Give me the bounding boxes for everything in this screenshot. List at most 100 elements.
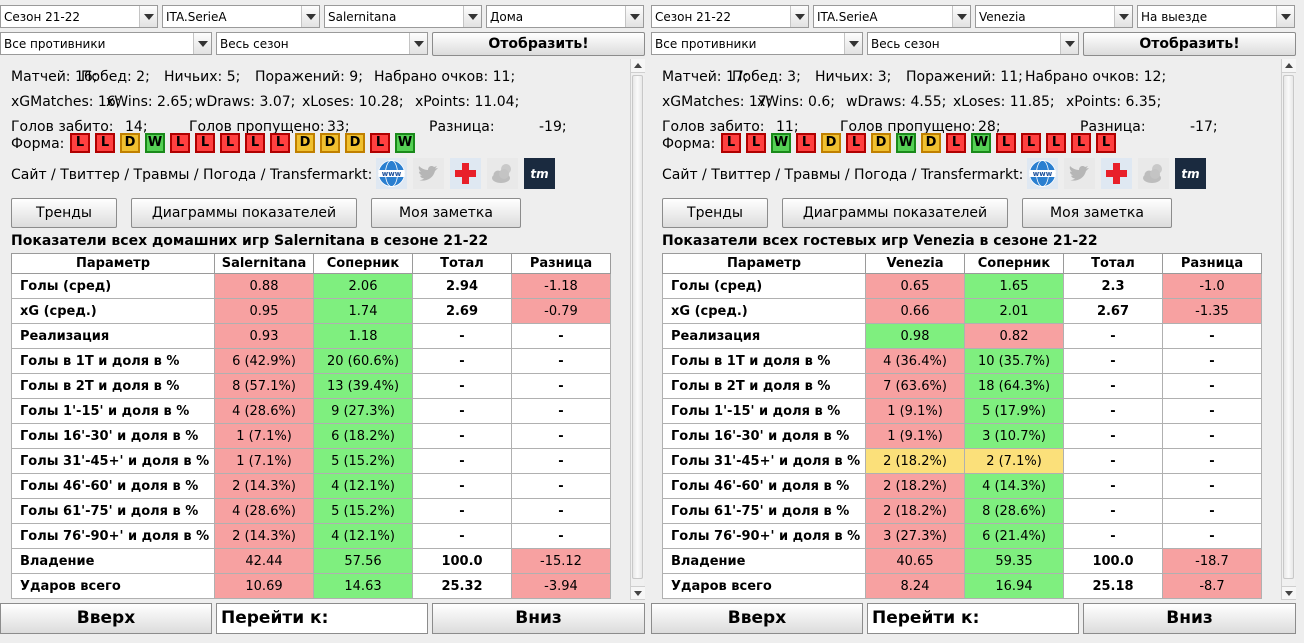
scroll-down-arrow-icon[interactable] — [631, 586, 645, 600]
injuries-icon[interactable] — [450, 158, 481, 189]
table-row[interactable]: Голы 16'-30' и доля в % 1 (7.1%) 6 (18.2%)… — [11, 423, 611, 449]
chevron-down-icon[interactable] — [625, 6, 643, 27]
table-cell: 100.0 — [412, 548, 512, 574]
table-cell: 20 (60.6%) — [313, 348, 413, 374]
down-button[interactable]: Вниз — [1083, 603, 1296, 634]
team-select[interactable]: Venezia — [975, 5, 1133, 28]
chevron-down-icon[interactable] — [301, 6, 319, 27]
table-row[interactable]: Голы (сред) 0.65 1.65 2.3 -1.0 — [662, 273, 1262, 299]
chevron-down-icon[interactable] — [952, 6, 970, 27]
table-row[interactable]: Голы в 2Т и доля в % 8 (57.1%) 13 (39.4%) -… — [11, 373, 611, 399]
scroll-thumb[interactable] — [632, 75, 643, 579]
website-icon[interactable]: www — [1027, 158, 1058, 189]
twitter-icon[interactable] — [1064, 158, 1095, 189]
stat-line1-3: Поражений: 11; — [906, 69, 1023, 85]
chevron-down-icon[interactable] — [409, 33, 427, 54]
table-cell: 4 (28.6%) — [214, 398, 314, 424]
venue-select[interactable]: На выезде — [1137, 5, 1295, 28]
team-select[interactable]: Salernitana — [324, 5, 482, 28]
table-row[interactable]: Ударов всего 8.24 16.94 25.18 -8.7 — [662, 573, 1262, 599]
opponents-select[interactable]: Все противники — [651, 32, 863, 55]
table-row[interactable]: Голы 46'-60' и доля в % 2 (14.3%) 4 (12.1%… — [11, 473, 611, 499]
league-select[interactable]: ITA.SerieA — [813, 5, 971, 28]
season-select[interactable]: Сезон 21-22 — [651, 5, 809, 28]
season-select[interactable]: Сезон 21-22 — [0, 5, 158, 28]
injuries-icon[interactable] — [1101, 158, 1132, 189]
table-row[interactable]: Реализация 0.98 0.82- - — [662, 323, 1262, 349]
table-row[interactable]: Голы 31'-45+' и доля в % 1 (7.1%) 5 (15.2%… — [11, 448, 611, 474]
note-button[interactable]: Моя заметка — [371, 198, 521, 228]
table-cell: 2 (18.2%) — [865, 498, 965, 524]
table-cell: - — [511, 498, 611, 524]
vertical-scrollbar[interactable] — [630, 59, 645, 600]
note-button[interactable]: Моя заметка — [1022, 198, 1172, 228]
table-cell: - — [1063, 348, 1163, 374]
scroll-down-arrow-icon[interactable] — [1282, 586, 1296, 600]
table-cell: 2.69 — [412, 298, 512, 324]
opponents-select[interactable]: Все противники — [0, 32, 212, 55]
goto-field[interactable]: Перейти к: — [867, 603, 1079, 634]
website-icon[interactable]: www — [376, 158, 407, 189]
league-select[interactable]: ITA.SerieA — [162, 5, 320, 28]
table-row[interactable]: Голы 61'-75' и доля в % 4 (28.6%) 5 (15.2%… — [11, 498, 611, 524]
table-row[interactable]: Голы 46'-60' и доля в % 2 (18.2%) 4 (14.3%… — [662, 473, 1262, 499]
table-row[interactable]: Голы 16'-30' и доля в % 1 (9.1%) 3 (10.7%)… — [662, 423, 1262, 449]
scroll-up-arrow-icon[interactable] — [1282, 59, 1296, 73]
league-select-value: ITA.SerieA — [817, 10, 878, 24]
chevron-down-icon[interactable] — [139, 6, 157, 27]
chevron-down-icon[interactable] — [844, 33, 862, 54]
table-row[interactable]: Голы 76'-90+' и доля в % 2 (14.3%) 4 (12.1… — [11, 523, 611, 549]
table-row[interactable]: Голы (сред) 0.88 2.06 2.94 -1.18 — [11, 273, 611, 299]
period-select[interactable]: Весь сезон — [216, 32, 428, 55]
show-button[interactable]: Отобразить! — [1083, 32, 1296, 56]
table-row[interactable]: Голы в 2Т и доля в % 7 (63.6%) 18 (64.3%) -… — [662, 373, 1262, 399]
vertical-scrollbar[interactable] — [1281, 59, 1296, 600]
table-row[interactable]: Владение 42.44 57.56 100.0 -15.12 — [11, 548, 611, 574]
table-row[interactable]: Голы 31'-45+' и доля в % 2 (18.2%) 2 (7.1%… — [662, 448, 1262, 474]
chevron-down-icon[interactable] — [1114, 6, 1132, 27]
table-row[interactable]: Голы 76'-90+' и доля в % 3 (27.3%) 6 (21.4… — [662, 523, 1262, 549]
table-row[interactable]: xG (сред.) 0.95 1.74 2.69 -0.79 — [11, 298, 611, 324]
scroll-up-arrow-icon[interactable] — [631, 59, 645, 73]
form-result-0: L — [721, 133, 741, 153]
trends-button[interactable]: Тренды — [662, 198, 768, 228]
scroll-thumb[interactable] — [1283, 75, 1294, 579]
table-row[interactable]: Ударов всего 10.69 14.63 25.32 -3.94 — [11, 573, 611, 599]
trends-button[interactable]: Тренды — [11, 198, 117, 228]
goto-field[interactable]: Перейти к: — [216, 603, 428, 634]
stat-line3-5: -19; — [539, 119, 567, 135]
down-button[interactable]: Вниз — [432, 603, 645, 634]
table-row[interactable]: Владение 40.65 59.35 100.0 -18.7 — [662, 548, 1262, 574]
up-button[interactable]: Вверх — [651, 603, 863, 634]
weather-icon[interactable] — [487, 158, 518, 189]
table-row[interactable]: xG (сред.) 0.66 2.01 2.67 -1.35 — [662, 298, 1262, 324]
charts-button[interactable]: Диаграммы показателей — [131, 198, 357, 228]
stat-line1-2: Ничьих: 5; — [164, 69, 241, 85]
chevron-down-icon[interactable] — [1060, 33, 1078, 54]
chevron-down-icon[interactable] — [193, 33, 211, 54]
up-button[interactable]: Вверх — [0, 603, 212, 634]
table-row[interactable]: Голы 1'-15' и доля в % 1 (9.1%) 5 (17.9%) -… — [662, 398, 1262, 424]
venue-select[interactable]: Дома — [486, 5, 644, 28]
chevron-down-icon[interactable] — [790, 6, 808, 27]
row-label: Голы 31'-45+' и доля в % — [662, 448, 866, 474]
table-cell: - — [1162, 473, 1262, 499]
chevron-down-icon[interactable] — [1276, 6, 1294, 27]
chevron-down-icon[interactable] — [463, 6, 481, 27]
table-row[interactable]: Голы 1'-15' и доля в % 4 (28.6%) 9 (27.3%)… — [11, 398, 611, 424]
table-row[interactable]: Голы в 1Т и доля в % 4 (36.4%) 10 (35.7%) -… — [662, 348, 1262, 374]
table-row[interactable]: Голы 61'-75' и доля в % 2 (18.2%) 8 (28.6%… — [662, 498, 1262, 524]
table-cell: 16.94 — [964, 573, 1064, 599]
table-row[interactable]: Голы в 1Т и доля в % 6 (42.9%) 20 (60.6%) -… — [11, 348, 611, 374]
transfermarkt-icon[interactable]: tm — [1175, 158, 1206, 189]
twitter-icon[interactable] — [413, 158, 444, 189]
weather-icon[interactable] — [1138, 158, 1169, 189]
transfermarkt-icon[interactable]: tm — [524, 158, 555, 189]
show-button[interactable]: Отобразить! — [432, 32, 645, 56]
form-result-0: L — [70, 133, 90, 153]
period-select[interactable]: Весь сезон — [867, 32, 1079, 55]
charts-button[interactable]: Диаграммы показателей — [782, 198, 1008, 228]
table-row[interactable]: Реализация 0.93 1.18- - — [11, 323, 611, 349]
table-cell: - — [412, 398, 512, 424]
stat-line1-1: Побед: 2; — [81, 69, 150, 85]
